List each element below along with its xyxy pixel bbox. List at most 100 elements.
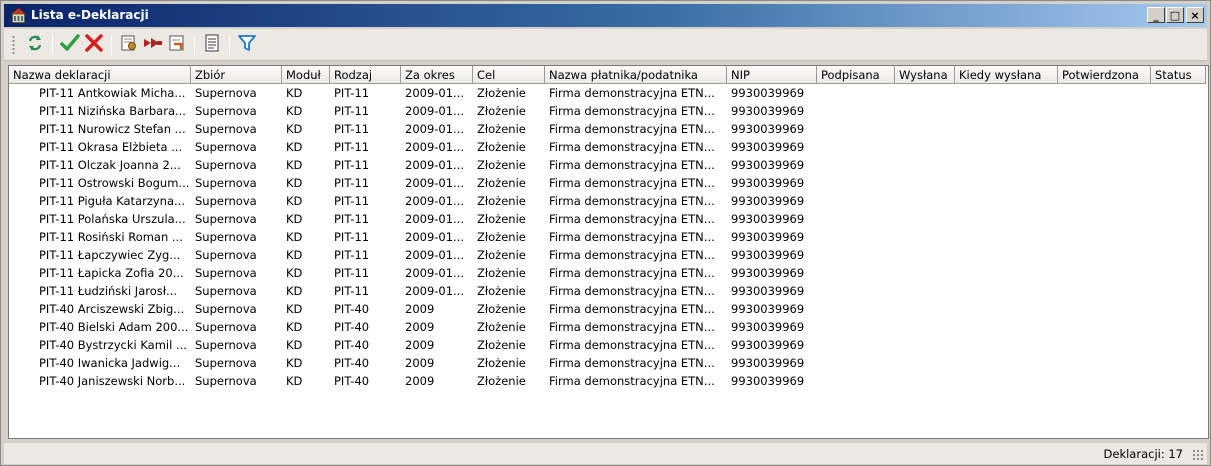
cell-payer: Firma demonstracyjna ETN... <box>549 194 715 208</box>
cell-set: Supernova <box>195 302 257 316</box>
cell-confirmed <box>1058 192 1151 210</box>
table-row[interactable]: PIT-11 Łapczywiec Zyg... Supernova KD PIT-1… <box>9 246 1208 264</box>
cell-nip: 9930039969 <box>731 356 805 370</box>
refresh-button[interactable] <box>23 33 47 57</box>
table-row[interactable]: PIT-11 Łudziński Jarosł... Supernova KD PIT… <box>9 282 1208 300</box>
column-header-type[interactable]: Rodzaj <box>330 66 401 84</box>
cell-module: KD <box>286 302 303 316</box>
send-button[interactable] <box>141 33 165 57</box>
column-header-sent-when[interactable]: Kiedy wysłana <box>955 66 1058 84</box>
column-header-module[interactable]: Moduł <box>282 66 330 84</box>
table-row[interactable]: PIT-11 Nurowicz Stefan ... Supernova KD PIT… <box>9 120 1208 138</box>
cell-purpose: Złożenie <box>477 86 526 100</box>
table-row[interactable]: PIT-11 Piguła Katarzyna... Supernova KD PIT… <box>9 192 1208 210</box>
table-row[interactable]: PIT-40 Bielski Adam 200... Supernova KD PIT… <box>9 318 1208 336</box>
e-declarations-window: Lista e-Deklaracji _ □ × Nazwa deklaracj… <box>0 0 1211 466</box>
cell-status <box>1151 354 1206 372</box>
cell-period: 2009-01... <box>405 86 465 100</box>
column-header-signed[interactable]: Podpisana <box>817 66 895 84</box>
cell-set: Supernova <box>195 176 257 190</box>
cell-purpose: Złożenie <box>477 104 526 118</box>
table-row[interactable]: PIT-11 Okrasa Elżbieta ... Supernova KD PIT… <box>9 138 1208 156</box>
cell-period: 2009-01... <box>405 140 465 154</box>
table-row[interactable]: PIT-11 Ostrowski Bogum... Supernova KD PIT-… <box>9 174 1208 192</box>
preview-button[interactable] <box>200 33 224 57</box>
cell-sent <box>895 138 955 156</box>
cell-payer: Firma demonstracyjna ETN... <box>549 122 715 136</box>
column-header-nip[interactable]: NIP <box>727 66 817 84</box>
cell-status <box>1151 264 1206 282</box>
cell-purpose: Złożenie <box>477 158 526 172</box>
table-row[interactable]: PIT-40 Janiszewski Norb... Supernova KD PIT… <box>9 372 1208 390</box>
column-header-period[interactable]: Za okres <box>401 66 473 84</box>
cell-type: PIT-40 <box>334 374 370 388</box>
cell-confirmed <box>1058 84 1151 102</box>
cell-type: PIT-11 <box>334 248 370 262</box>
column-header-set[interactable]: Zbiór <box>191 66 282 84</box>
table-row[interactable]: PIT-11 Nizińska Barbara... Supernova KD PIT… <box>9 102 1208 120</box>
column-header-sent[interactable]: Wysłana <box>895 66 955 84</box>
cell-nip: 9930039969 <box>731 284 805 298</box>
approve-button[interactable] <box>58 33 82 57</box>
cell-sent-when <box>955 84 1058 102</box>
toolbar-grip[interactable] <box>12 34 15 55</box>
cell-set: Supernova <box>195 140 257 154</box>
receive-upo-button[interactable] <box>165 33 189 57</box>
title-bar[interactable]: Lista e-Deklaracji _ □ × <box>4 4 1207 27</box>
cell-confirmed <box>1058 282 1151 300</box>
table-row[interactable]: PIT-11 Łapicka Zofia 20... Supernova KD PIT… <box>9 264 1208 282</box>
cell-name: PIT-11 Piguła Katarzyna... <box>39 194 185 208</box>
cell-module: KD <box>286 356 303 370</box>
table-row[interactable]: PIT-11 Antkowiak Micha... Supernova KD PIT-… <box>9 84 1208 102</box>
cell-set: Supernova <box>195 374 257 388</box>
sign-button[interactable] <box>117 33 141 57</box>
cell-status <box>1151 246 1206 264</box>
column-header-payer[interactable]: Nazwa płatnika/podatnika <box>545 66 727 84</box>
cell-payer: Firma demonstracyjna ETN... <box>549 338 715 352</box>
cell-set: Supernova <box>195 122 257 136</box>
column-header-name[interactable]: Nazwa deklaracji <box>9 66 191 84</box>
cell-name: PIT-11 Łudziński Jarosł... <box>39 284 177 298</box>
column-header-status[interactable]: Status <box>1151 66 1206 84</box>
cell-set: Supernova <box>195 104 257 118</box>
cell-set: Supernova <box>195 230 257 244</box>
cell-confirmed <box>1058 138 1151 156</box>
table-row[interactable]: PIT-40 Iwanicka Jadwig... Supernova KD PIT-… <box>9 354 1208 372</box>
declaration-count: Deklaracji: 17 <box>1103 447 1183 461</box>
column-header-purpose[interactable]: Cel <box>473 66 545 84</box>
cell-nip: 9930039969 <box>731 140 805 154</box>
cell-module: KD <box>286 212 303 226</box>
cell-set: Supernova <box>195 266 257 280</box>
table-row[interactable]: PIT-11 Olczak Joanna 2... Supernova KD PIT-… <box>9 156 1208 174</box>
cell-set: Supernova <box>195 356 257 370</box>
window-title: Lista e-Deklaracji <box>31 8 149 22</box>
cell-period: 2009-01... <box>405 176 465 190</box>
minimize-button[interactable]: _ <box>1147 7 1165 23</box>
reject-button[interactable] <box>82 33 106 57</box>
cell-sent <box>895 246 955 264</box>
resize-grip-icon[interactable] <box>1192 449 1204 461</box>
cell-module: KD <box>286 140 303 154</box>
maximize-button[interactable]: □ <box>1166 7 1184 23</box>
filter-icon <box>238 34 256 55</box>
cell-sent-when <box>955 120 1058 138</box>
column-header-confirmed[interactable]: Potwierdzona <box>1058 66 1151 84</box>
cell-status <box>1151 300 1206 318</box>
cell-payer: Firma demonstracyjna ETN... <box>549 104 715 118</box>
filter-button[interactable] <box>235 33 259 57</box>
cell-sent <box>895 282 955 300</box>
table-row[interactable]: PIT-40 Arciszewski Zbig... Supernova KD PIT… <box>9 300 1208 318</box>
close-button[interactable]: × <box>1186 7 1204 23</box>
table-row[interactable]: PIT-40 Bystrzycki Kamil ... Supernova KD PI… <box>9 336 1208 354</box>
cell-period: 2009-01... <box>405 266 465 280</box>
status-bar: Deklaracji: 17 <box>4 443 1207 464</box>
table-row[interactable]: PIT-11 Rosiński Roman ... Supernova KD PIT-… <box>9 228 1208 246</box>
cell-purpose: Złożenie <box>477 140 526 154</box>
cell-type: PIT-40 <box>334 356 370 370</box>
table-row[interactable]: PIT-11 Polańska Urszula... Supernova KD PIT… <box>9 210 1208 228</box>
cell-sent <box>895 300 955 318</box>
cell-type: PIT-11 <box>334 104 370 118</box>
cell-status <box>1151 192 1206 210</box>
cell-purpose: Złożenie <box>477 194 526 208</box>
cell-set: Supernova <box>195 338 257 352</box>
